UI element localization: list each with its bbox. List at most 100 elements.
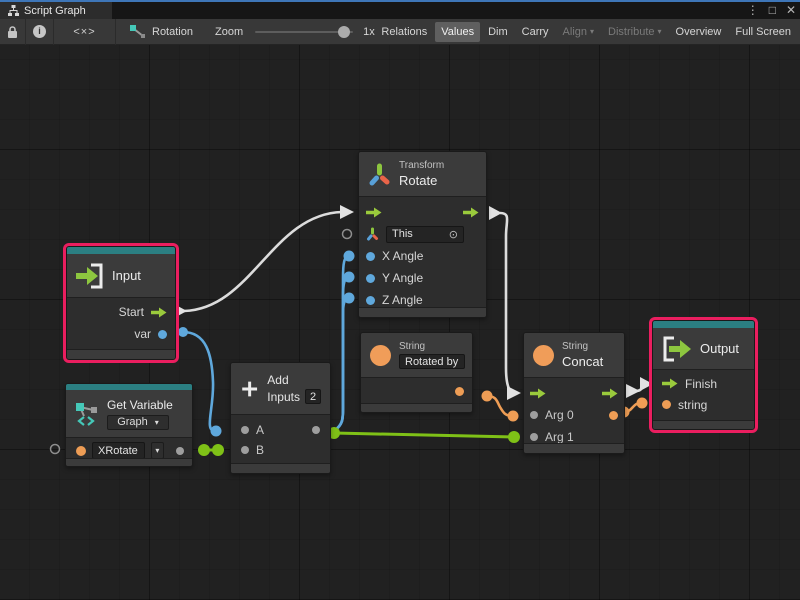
node-category: String bbox=[399, 341, 465, 352]
port-x-angle[interactable]: X Angle bbox=[366, 245, 479, 267]
tab-title: Script Graph bbox=[24, 5, 86, 17]
chevron-down-icon: ▾ bbox=[590, 27, 594, 36]
value-port-icon bbox=[366, 252, 375, 261]
input-count-field[interactable]: 2 bbox=[305, 389, 321, 404]
value-port-icon[interactable] bbox=[76, 446, 86, 456]
string-value-field[interactable]: Rotated by bbox=[399, 354, 465, 369]
graph-unit-icon bbox=[130, 25, 146, 39]
code-view-button[interactable]: <×> bbox=[54, 19, 116, 45]
port-string[interactable]: string bbox=[662, 394, 754, 415]
focus-accent-line bbox=[0, 0, 800, 2]
string-type-icon bbox=[370, 345, 391, 366]
get-variable-icon bbox=[75, 401, 99, 427]
flow-out-icon[interactable] bbox=[463, 207, 479, 218]
graph-toolbar: i <×> Rotation Zoom 1x Relations Values … bbox=[0, 19, 800, 45]
zoom-slider-handle[interactable] bbox=[338, 26, 350, 38]
node-title: Get Variable bbox=[107, 398, 173, 412]
output-port-icon[interactable] bbox=[312, 426, 320, 434]
flow-in-icon[interactable] bbox=[530, 388, 546, 399]
zoom-control: Zoom 1x bbox=[215, 26, 375, 38]
node-string-concat[interactable]: String Concat Arg 0 Arg 1 bbox=[523, 332, 625, 454]
node-category: Transform bbox=[399, 160, 444, 171]
variable-name-field[interactable]: XRotate bbox=[92, 442, 145, 459]
port-b-row: B bbox=[241, 440, 320, 460]
node-title: Rotate bbox=[399, 173, 444, 188]
distribute-dropdown[interactable]: Distribute▾ bbox=[602, 22, 667, 42]
port-a-row: A bbox=[241, 420, 320, 440]
graph-name-label: Rotation bbox=[152, 26, 193, 38]
info-button[interactable]: i bbox=[26, 19, 54, 45]
flow-row bbox=[530, 382, 618, 404]
flow-in-icon[interactable] bbox=[366, 207, 382, 218]
input-port-icon[interactable] bbox=[530, 433, 538, 441]
output-port-icon[interactable] bbox=[176, 447, 184, 455]
chevron-down-icon: ▾ bbox=[658, 27, 662, 36]
node-input[interactable]: Input Start var bbox=[66, 246, 176, 360]
lock-button[interactable] bbox=[0, 19, 26, 45]
object-picker-icon[interactable]: ⊙ bbox=[449, 228, 458, 241]
port-this-row: This ⊙ bbox=[366, 223, 479, 245]
node-footer bbox=[361, 403, 472, 412]
output-row bbox=[361, 378, 472, 401]
chevron-down-icon: ▾ bbox=[155, 418, 159, 427]
node-footer bbox=[524, 443, 624, 453]
input-port-icon[interactable] bbox=[530, 411, 538, 419]
zoom-slider[interactable] bbox=[255, 31, 353, 33]
node-footer bbox=[66, 458, 192, 466]
fullscreen-button[interactable]: Full Screen bbox=[729, 22, 797, 42]
tab-script-graph[interactable]: Script Graph bbox=[0, 2, 112, 19]
node-title: Concat bbox=[562, 354, 603, 369]
node-title-line2: Inputs bbox=[267, 390, 300, 404]
carry-toggle[interactable]: Carry bbox=[516, 22, 555, 42]
node-output[interactable]: Output Finish string bbox=[652, 320, 755, 430]
current-graph-indicator[interactable]: Rotation bbox=[130, 25, 193, 39]
flow-port-icon bbox=[151, 307, 167, 318]
window-menu-icon[interactable]: ⋮ bbox=[747, 2, 759, 19]
unity-graph-window: Script Graph ⋮ □ ✕ i <×> Rotation bbox=[0, 0, 800, 600]
port-start[interactable]: Start bbox=[67, 301, 167, 323]
zoom-value: 1x bbox=[363, 26, 375, 38]
variable-name-dropdown[interactable]: ▾ bbox=[151, 442, 164, 459]
string-type-icon bbox=[533, 345, 554, 366]
node-get-variable[interactable]: Get Variable Graph ▾ XRotate ▾ bbox=[65, 383, 193, 467]
info-icon: i bbox=[33, 25, 46, 38]
transform-icon bbox=[366, 227, 379, 241]
node-category: String bbox=[562, 341, 603, 352]
maximize-icon[interactable]: □ bbox=[769, 2, 776, 19]
this-object-field[interactable]: This ⊙ bbox=[386, 226, 464, 243]
flow-out-icon[interactable] bbox=[602, 388, 618, 399]
overview-button[interactable]: Overview bbox=[670, 22, 728, 42]
input-port-icon[interactable] bbox=[241, 446, 249, 454]
node-transform-rotate[interactable]: Transform Rotate This ⊙ bbox=[358, 151, 487, 318]
values-toggle[interactable]: Values bbox=[435, 22, 480, 42]
lock-icon bbox=[6, 25, 19, 39]
node-title-line1: Add bbox=[267, 373, 321, 387]
output-port-icon[interactable] bbox=[455, 387, 464, 396]
event-strip bbox=[653, 321, 754, 328]
node-string-literal[interactable]: String Rotated by bbox=[360, 332, 473, 413]
port-var[interactable]: var bbox=[67, 323, 167, 345]
align-dropdown[interactable]: Align▾ bbox=[557, 22, 600, 42]
input-port-icon[interactable] bbox=[241, 426, 249, 434]
input-icon bbox=[76, 263, 104, 289]
transform-icon bbox=[368, 162, 391, 187]
flow-port-icon bbox=[662, 378, 678, 389]
node-footer bbox=[67, 349, 175, 359]
tab-bar: Script Graph ⋮ □ ✕ bbox=[0, 0, 800, 19]
relations-toggle[interactable]: Relations bbox=[375, 22, 433, 42]
flow-row bbox=[366, 201, 479, 223]
node-footer bbox=[653, 420, 754, 429]
port-y-angle[interactable]: Y Angle bbox=[366, 267, 479, 289]
value-port-icon bbox=[366, 274, 375, 283]
node-title: Input bbox=[112, 268, 141, 283]
close-icon[interactable]: ✕ bbox=[786, 2, 796, 19]
output-port-icon[interactable] bbox=[609, 411, 618, 420]
dim-toggle[interactable]: Dim bbox=[482, 22, 514, 42]
port-finish[interactable]: Finish bbox=[662, 373, 754, 394]
variable-scope-dropdown[interactable]: Graph ▾ bbox=[107, 415, 169, 430]
zoom-label: Zoom bbox=[215, 26, 243, 38]
output-icon bbox=[662, 336, 692, 362]
event-strip bbox=[67, 247, 175, 254]
add-icon bbox=[240, 376, 259, 402]
node-add-inputs[interactable]: Add Inputs 2 A B bbox=[230, 362, 331, 474]
